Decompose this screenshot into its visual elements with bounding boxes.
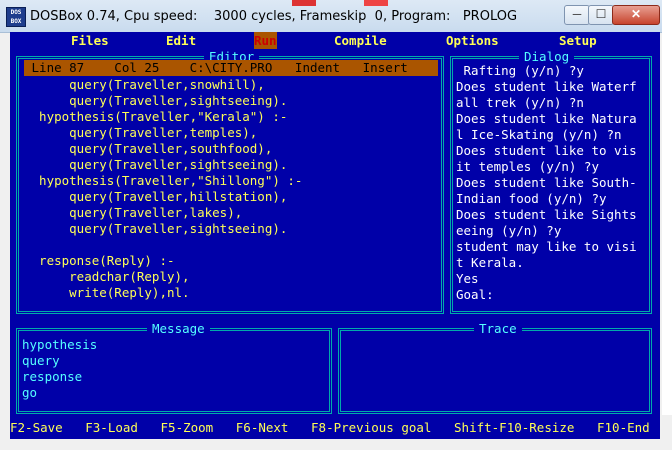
maximize-icon: ☐ xyxy=(595,7,607,21)
code-line: query(Traveller,sightseeing). xyxy=(24,157,288,172)
menu-edit[interactable]: Edit xyxy=(166,32,196,49)
dialog-line: Yes xyxy=(456,271,479,286)
dialog-line: student may like to visi xyxy=(456,239,637,254)
message-item: response xyxy=(22,369,83,384)
code-line: write(Reply),nl. xyxy=(24,285,190,300)
code-line: query(Traveller,lakes), xyxy=(24,205,243,220)
code-line: query(Traveller,southfood), xyxy=(24,141,273,156)
dialog-panel[interactable]: Dialog Rafting (y/n) ?y Does student like… xyxy=(450,50,652,314)
message-item: query xyxy=(22,353,60,368)
dialog-line: Does student like Natura xyxy=(456,111,637,126)
message-title: Message xyxy=(147,322,210,336)
dialog-line: eeing (y/n) ?y xyxy=(456,223,562,238)
dialog-line: Does student like Sights xyxy=(456,207,637,222)
message-panel[interactable]: Message hypothesis query response go xyxy=(16,322,332,414)
code-line: query(Traveller,snowhill), xyxy=(24,77,265,92)
function-key-bar[interactable]: F2-Save F3-Load F5-Zoom F6-Next F8-Previ… xyxy=(10,420,660,436)
dialog-line: Does student like Waterf xyxy=(456,79,637,94)
editor-panel[interactable]: Editor Line 87 Col 25 C:\CITY.PRO Indent… xyxy=(16,50,444,314)
window-right-edge xyxy=(662,0,672,415)
dialog-line: l Ice-Skating (y/n) ?n xyxy=(456,127,622,142)
code-line: query(Traveller,sightseeing). xyxy=(24,221,288,236)
code-line: query(Traveller,temples), xyxy=(24,125,258,140)
dialog-title: Dialog xyxy=(519,50,575,64)
dialog-line: t Kerala. xyxy=(456,255,524,270)
taskbar-thumbnail-strip xyxy=(292,0,412,6)
minimize-icon: ─ xyxy=(572,7,582,21)
minimize-button[interactable]: ─ xyxy=(564,5,590,25)
menu-setup[interactable]: Setup xyxy=(559,32,597,49)
trace-title: Trace xyxy=(474,322,522,336)
code-line: query(Traveller,hillstation), xyxy=(24,189,288,204)
message-list: hypothesis query response go xyxy=(22,337,97,401)
menu-options[interactable]: Options xyxy=(446,32,499,49)
dialog-line: Indian food (y/n) ?y xyxy=(456,191,607,206)
dialog-line: all trek (y/n) ?n xyxy=(456,95,584,110)
editor-code[interactable]: query(Traveller,snowhill), query(Travell… xyxy=(24,77,302,301)
close-icon: ✕ xyxy=(630,7,642,21)
code-line: hypothesis(Traveller,"Shillong") :- xyxy=(24,173,303,188)
menu-run[interactable]: Run xyxy=(254,32,277,49)
message-item: hypothesis xyxy=(22,337,98,352)
maximize-button[interactable]: ☐ xyxy=(588,5,614,25)
menu-files[interactable]: Files xyxy=(71,32,109,49)
code-line: readchar(Reply), xyxy=(24,269,190,284)
close-button[interactable]: ✕ xyxy=(612,5,660,25)
dialog-line: Does student like to vis xyxy=(456,143,637,158)
dialog-line: Does student like South- xyxy=(456,175,637,190)
dialog-line: Goal: xyxy=(456,287,494,302)
dialog-line: Rafting (y/n) ?y xyxy=(456,63,584,78)
menu-compile[interactable]: Compile xyxy=(334,32,387,49)
code-line: response(Reply) :- xyxy=(24,253,175,268)
dialog-output: Rafting (y/n) ?y Does student like Waterf… xyxy=(456,63,637,303)
window-title: DOSBox 0.74, Cpu speed: 3000 cycles, Fra… xyxy=(30,9,518,24)
message-item: go xyxy=(22,385,38,400)
prolog-menubar: Files Edit Run Compile Options Setup xyxy=(10,32,660,49)
editor-status-bar: Line 87 Col 25 C:\CITY.PRO Indent Insert xyxy=(24,60,438,76)
code-line: hypothesis(Traveller,"Kerala") :- xyxy=(24,109,288,124)
code-line: query(Traveller,sightseeing). xyxy=(24,93,288,108)
dialog-line: it temples (y/n) ?y xyxy=(456,159,599,174)
dosbox-app-icon[interactable]: DOS BOX xyxy=(6,7,26,27)
trace-panel[interactable]: Trace xyxy=(338,322,652,414)
dos-screen: Files Edit Run Compile Options Setup Edi… xyxy=(10,32,660,439)
window-titlebar[interactable]: DOS BOX DOSBox 0.74, Cpu speed: 3000 cyc… xyxy=(0,0,672,33)
